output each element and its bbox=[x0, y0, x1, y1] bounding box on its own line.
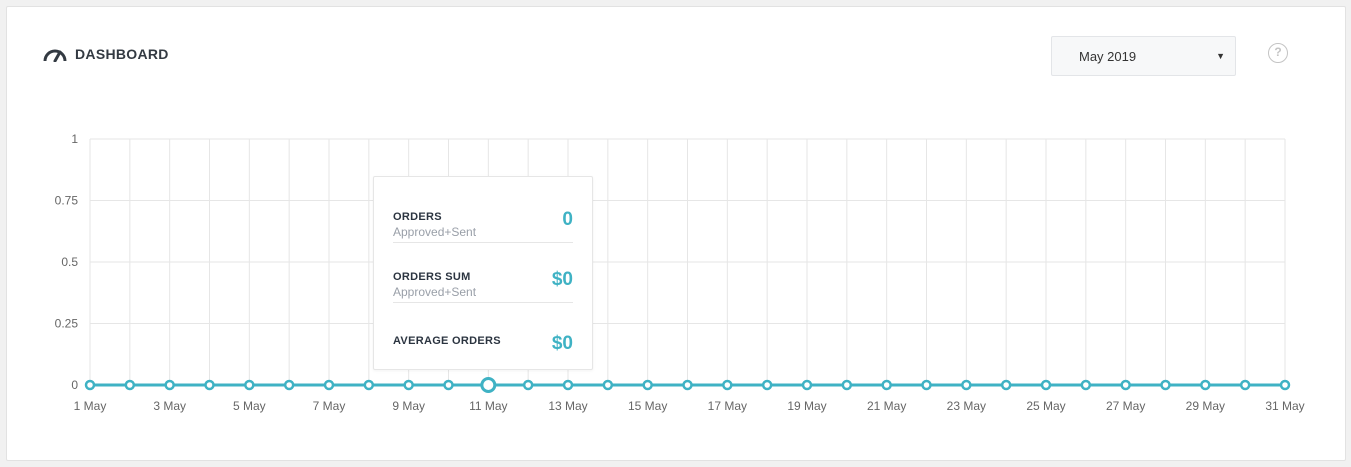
x-tick-label: 13 May bbox=[548, 399, 587, 413]
data-point bbox=[602, 379, 614, 391]
y-tick-label: 0 bbox=[71, 378, 78, 392]
tooltip-divider bbox=[393, 302, 573, 303]
tooltip-divider bbox=[393, 242, 573, 243]
y-tick-label: 1 bbox=[71, 132, 78, 146]
data-point bbox=[244, 379, 255, 391]
data-point bbox=[124, 379, 136, 391]
data-point bbox=[1160, 379, 1171, 391]
data-point bbox=[84, 379, 96, 391]
y-tick-label: 0.5 bbox=[61, 255, 78, 269]
tooltip-orders-sum-sub: Approved+Sent bbox=[393, 285, 477, 299]
data-point bbox=[761, 379, 773, 391]
x-tick-label: 5 May bbox=[233, 399, 266, 413]
data-point bbox=[682, 379, 693, 391]
data-point bbox=[1120, 379, 1131, 391]
chart-tooltip: ORDERS Approved+Sent 0 ORDERS SUM Approv… bbox=[373, 176, 593, 370]
data-point bbox=[1000, 379, 1012, 391]
tooltip-orders-sub: Approved+Sent bbox=[393, 225, 477, 239]
data-point bbox=[1279, 379, 1291, 391]
data-point bbox=[1200, 379, 1211, 391]
data-point bbox=[841, 379, 853, 391]
data-point bbox=[801, 379, 813, 391]
data-point bbox=[363, 379, 375, 391]
data-point bbox=[1080, 379, 1092, 391]
x-tick-label: 27 May bbox=[1106, 399, 1145, 413]
x-tick-label: 29 May bbox=[1186, 399, 1225, 413]
tooltip-orders-value: 0 bbox=[562, 209, 573, 230]
data-point bbox=[881, 379, 892, 391]
x-tick-label: 15 May bbox=[628, 399, 667, 413]
x-tick-label: 3 May bbox=[153, 399, 186, 413]
x-tick-label: 23 May bbox=[947, 399, 986, 413]
tooltip-average-orders-label: AVERAGE ORDERS bbox=[393, 335, 501, 347]
x-tick-label: 7 May bbox=[313, 399, 346, 413]
x-tick-label: 11 May bbox=[469, 399, 507, 413]
tooltip-orders-label: ORDERS bbox=[393, 211, 442, 223]
x-tick-label: 19 May bbox=[787, 399, 826, 413]
x-tick-label: 17 May bbox=[708, 399, 747, 413]
orders-line-chart: 1 0.75 0.5 0.25 0 1 May 3 May 5 May 7 May 9 May 11… bbox=[55, 132, 1305, 413]
data-point bbox=[642, 379, 653, 391]
x-tick-label: 1 May bbox=[74, 399, 107, 413]
tooltip-average-orders-value: $0 bbox=[551, 333, 573, 354]
data-point bbox=[283, 379, 295, 391]
data-point bbox=[323, 379, 335, 391]
tooltip-row-orders-sum: ORDERS SUM Approved+Sent $0 bbox=[393, 269, 573, 323]
data-point bbox=[961, 379, 972, 391]
x-tick-label: 21 May bbox=[867, 399, 906, 413]
tooltip-orders-sum-label: ORDERS SUM bbox=[393, 271, 471, 283]
y-tick-label: 0.25 bbox=[55, 317, 79, 331]
x-tick-label: 25 May bbox=[1026, 399, 1065, 413]
data-point bbox=[164, 379, 175, 391]
x-tick-label: 31 May bbox=[1265, 399, 1304, 413]
tooltip-row-orders: ORDERS Approved+Sent 0 bbox=[393, 209, 573, 263]
data-point bbox=[1239, 379, 1251, 391]
tooltip-orders-sum-value: $0 bbox=[551, 269, 573, 290]
tooltip-row-average-orders: AVERAGE ORDERS $0 bbox=[393, 333, 573, 387]
data-point bbox=[204, 379, 215, 391]
data-point bbox=[1040, 379, 1052, 391]
y-tick-label: 0.75 bbox=[55, 194, 79, 208]
data-point bbox=[722, 379, 733, 391]
x-tick-label: 9 May bbox=[392, 399, 425, 413]
data-point bbox=[921, 379, 932, 391]
